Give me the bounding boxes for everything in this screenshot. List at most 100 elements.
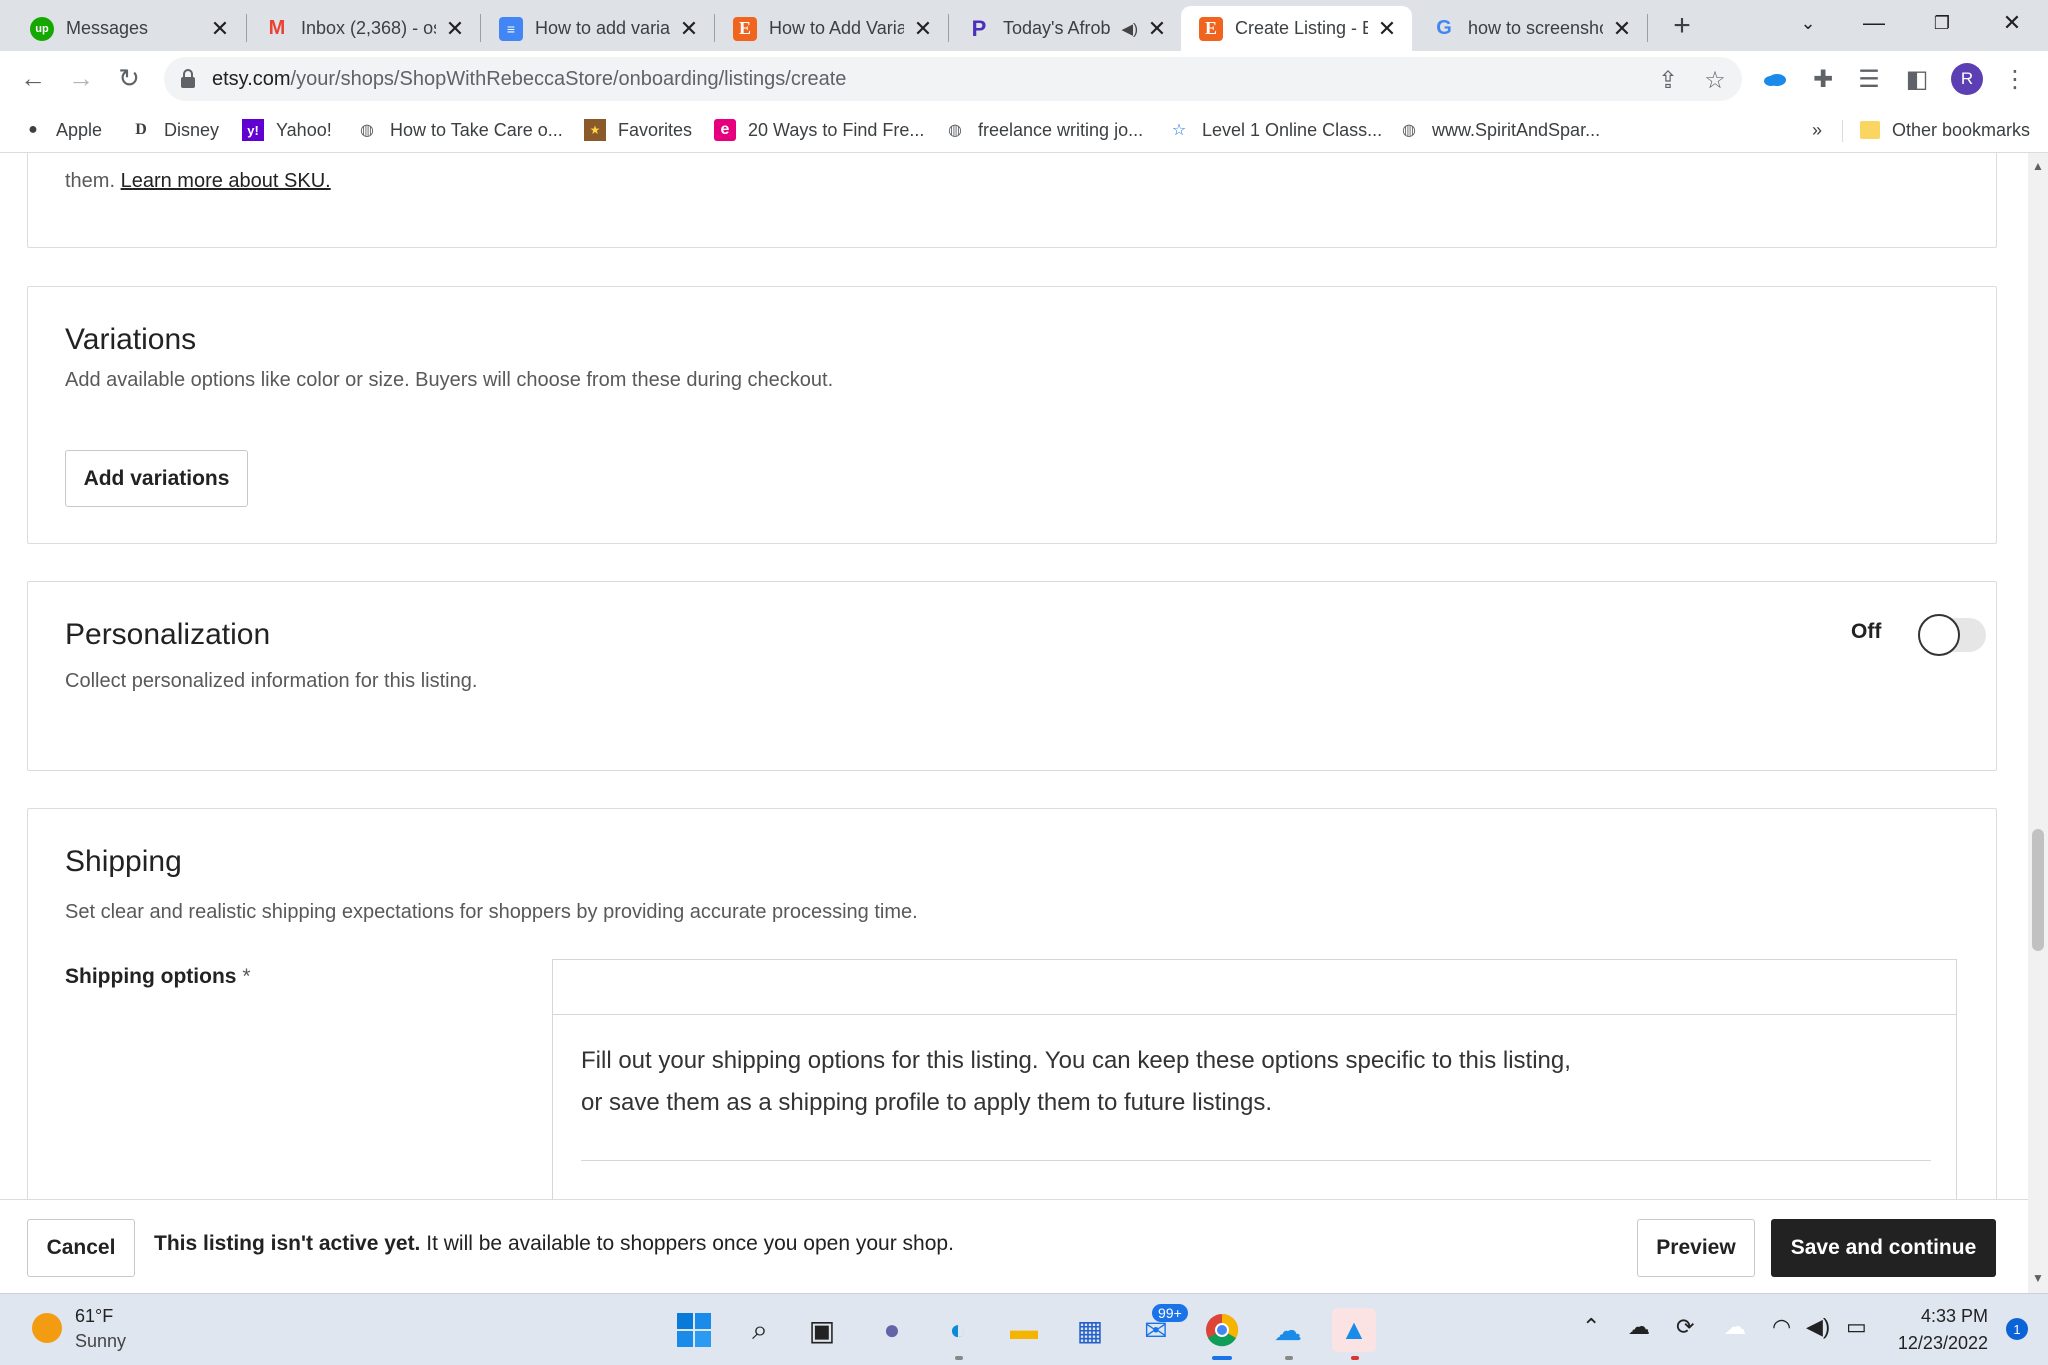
task-view-icon[interactable]: ▣ xyxy=(800,1308,844,1352)
volume-icon[interactable]: ◀) xyxy=(1806,1314,1830,1340)
tab-google-search[interactable]: G how to screensho ✕ xyxy=(1414,6,1647,51)
bookmark-how-to-take-care[interactable]: ◍ How to Take Care o... xyxy=(356,116,563,144)
other-bookmarks[interactable]: Other bookmarks xyxy=(1860,116,2030,144)
bookmarks-overflow-button[interactable]: » xyxy=(1812,116,1822,144)
weather-temperature[interactable]: 61°F xyxy=(75,1306,113,1327)
bookmark-label: Apple xyxy=(56,119,103,140)
close-icon[interactable]: ✕ xyxy=(1146,16,1168,42)
onedrive-icon[interactable] xyxy=(1758,62,1792,96)
profile-avatar[interactable]: R xyxy=(1951,63,1983,95)
tab-search-icon[interactable]: ⌄ xyxy=(1776,0,1840,46)
scroll-down-icon[interactable]: ▼ xyxy=(2032,1271,2044,1285)
sun-icon[interactable] xyxy=(32,1313,62,1343)
running-indicator xyxy=(1285,1356,1293,1360)
extensions-icon[interactable]: ✚ xyxy=(1806,62,1840,96)
bookmark-spirit-and-spar[interactable]: ◍ www.SpiritAndSpar... xyxy=(1398,116,1600,144)
listing-status-bold: This listing isn't active yet. xyxy=(154,1232,421,1255)
shipping-options-panel: Fill out your shipping options for this … xyxy=(552,959,1957,1219)
forward-icon[interactable]: → xyxy=(62,59,100,97)
share-icon[interactable]: ⇪ xyxy=(1653,65,1683,95)
scroll-up-icon[interactable]: ▲ xyxy=(2032,159,2044,173)
globe-icon: ◍ xyxy=(1402,122,1416,139)
weather-condition[interactable]: Sunny xyxy=(75,1331,126,1352)
tab-title: how to screensho xyxy=(1468,18,1603,38)
file-explorer-icon[interactable]: ▬ xyxy=(1002,1308,1046,1352)
back-icon[interactable]: ← xyxy=(14,59,52,97)
bookmark-label: Level 1 Online Class... xyxy=(1202,119,1383,140)
sku-card: them. Learn more about SKU. xyxy=(27,153,1997,248)
bookmark-label: 20 Ways to Find Fre... xyxy=(748,119,925,140)
wifi-icon[interactable]: ◠ xyxy=(1772,1314,1791,1340)
restore-icon[interactable]: ❐ xyxy=(1910,0,1974,46)
bookmark-disney[interactable]: D Disney xyxy=(130,116,219,144)
variations-description: Add available options like color or size… xyxy=(65,369,834,391)
close-icon[interactable]: ✕ xyxy=(209,16,231,42)
bookmark-level-1[interactable]: ☆ Level 1 Online Class... xyxy=(1168,116,1382,144)
google-icon: G xyxy=(1436,17,1452,39)
apple-icon: ● xyxy=(28,121,38,138)
page-scrollbar[interactable]: ▲ ▼ xyxy=(2028,153,2048,1293)
close-icon[interactable]: ✕ xyxy=(1611,16,1633,42)
add-variations-button[interactable]: Add variations xyxy=(65,450,248,507)
bookmark-favorites[interactable]: ★ Favorites xyxy=(584,116,692,144)
onedrive-tray-icon[interactable]: ☁ xyxy=(1628,1314,1650,1340)
personalization-toggle-label: Off xyxy=(1851,620,1882,643)
scroll-thumb[interactable] xyxy=(2032,829,2044,951)
mail-badge: 99+ xyxy=(1152,1304,1188,1322)
reload-icon[interactable]: ↻ xyxy=(110,59,148,97)
bookmark-label: Yahoo! xyxy=(276,119,332,140)
bookmark-20-ways[interactable]: e 20 Ways to Find Fre... xyxy=(714,116,924,144)
url-host: etsy.com xyxy=(212,68,291,90)
new-tab-button[interactable]: + xyxy=(1662,6,1702,46)
speaker-icon[interactable]: ◀) xyxy=(1121,20,1138,38)
clock-date: 12/23/2022 xyxy=(1897,1333,1988,1353)
bookmark-label: www.SpiritAndSpar... xyxy=(1432,119,1601,140)
address-bar[interactable]: etsy.com/your/shops/ShopWithRebeccaStore… xyxy=(164,57,1742,101)
bookmark-freelance-writing[interactable]: ◍ freelance writing jo... xyxy=(944,116,1143,144)
tab-create-listing[interactable]: E Create Listing - E ✕ xyxy=(1181,6,1412,51)
shipping-info-text: Fill out your shipping options for this … xyxy=(581,1047,1571,1116)
sync-icon[interactable]: ⟳ xyxy=(1676,1314,1694,1340)
chrome-icon[interactable] xyxy=(1200,1308,1244,1352)
cloud-tray-icon[interactable]: ☁ xyxy=(1724,1314,1746,1340)
show-hidden-icons[interactable]: ⌃ xyxy=(1582,1314,1600,1340)
tab-messages[interactable]: up Messages ✕ xyxy=(12,6,245,51)
shipping-description: Set clear and realistic shipping expecta… xyxy=(65,901,918,923)
save-and-continue-button[interactable]: Save and continue xyxy=(1771,1219,1996,1277)
search-icon[interactable]: ⌕ xyxy=(738,1308,782,1352)
close-icon[interactable]: ✕ xyxy=(1376,16,1398,42)
close-icon[interactable]: ✕ xyxy=(678,16,700,42)
tab-pandora[interactable]: P Today's Afrob ◀) ✕ xyxy=(949,6,1182,51)
tab-docs[interactable]: ≡ How to add varia ✕ xyxy=(481,6,714,51)
bookmark-label: How to Take Care o... xyxy=(390,119,563,140)
learn-more-sku-link[interactable]: Learn more about SKU. xyxy=(121,170,331,192)
close-icon[interactable]: ✕ xyxy=(444,16,466,42)
bookmark-apple[interactable]: ● Apple xyxy=(22,116,102,144)
sku-help: them. Learn more about SKU. xyxy=(65,170,331,193)
close-icon[interactable]: ✕ xyxy=(912,16,934,42)
personalization-title: Personalization xyxy=(65,618,271,651)
menu-icon[interactable]: ⋮ xyxy=(1998,62,2032,96)
battery-icon[interactable]: ▭ xyxy=(1846,1314,1867,1340)
star-icon: ☆ xyxy=(1171,122,1187,139)
window-close-icon[interactable]: ✕ xyxy=(1980,0,2044,46)
preview-button[interactable]: Preview xyxy=(1637,1219,1755,1277)
personalization-toggle[interactable] xyxy=(1918,614,1986,656)
notification-badge[interactable]: 1 xyxy=(2006,1318,2028,1340)
microsoft-store-icon[interactable]: ▦ xyxy=(1068,1308,1112,1352)
side-panel-icon[interactable]: ◧ xyxy=(1900,62,1934,96)
windows-start-icon[interactable] xyxy=(672,1308,716,1352)
variations-title: Variations xyxy=(65,323,197,356)
bookmark-yahoo[interactable]: y! Yahoo! xyxy=(242,116,332,144)
reading-list-icon[interactable]: ☰ xyxy=(1852,62,1886,96)
bookmark-star-icon[interactable]: ☆ xyxy=(1700,65,1730,95)
teams-chat-icon[interactable]: ● xyxy=(870,1308,914,1352)
minimize-icon[interactable]: — xyxy=(1842,0,1906,46)
onedrive-taskbar-icon[interactable]: ☁ xyxy=(1266,1308,1310,1352)
cancel-button[interactable]: Cancel xyxy=(27,1219,135,1277)
edge-icon[interactable]: ◐ xyxy=(936,1308,980,1352)
photos-icon[interactable]: ▲ xyxy=(1332,1308,1376,1352)
tab-how-to-add-variations[interactable]: E How to Add Varia ✕ xyxy=(715,6,948,51)
system-clock[interactable]: 4:33 PM 12/23/2022 xyxy=(1890,1306,1988,1354)
tab-inbox[interactable]: M Inbox (2,368) - os ✕ xyxy=(247,6,480,51)
